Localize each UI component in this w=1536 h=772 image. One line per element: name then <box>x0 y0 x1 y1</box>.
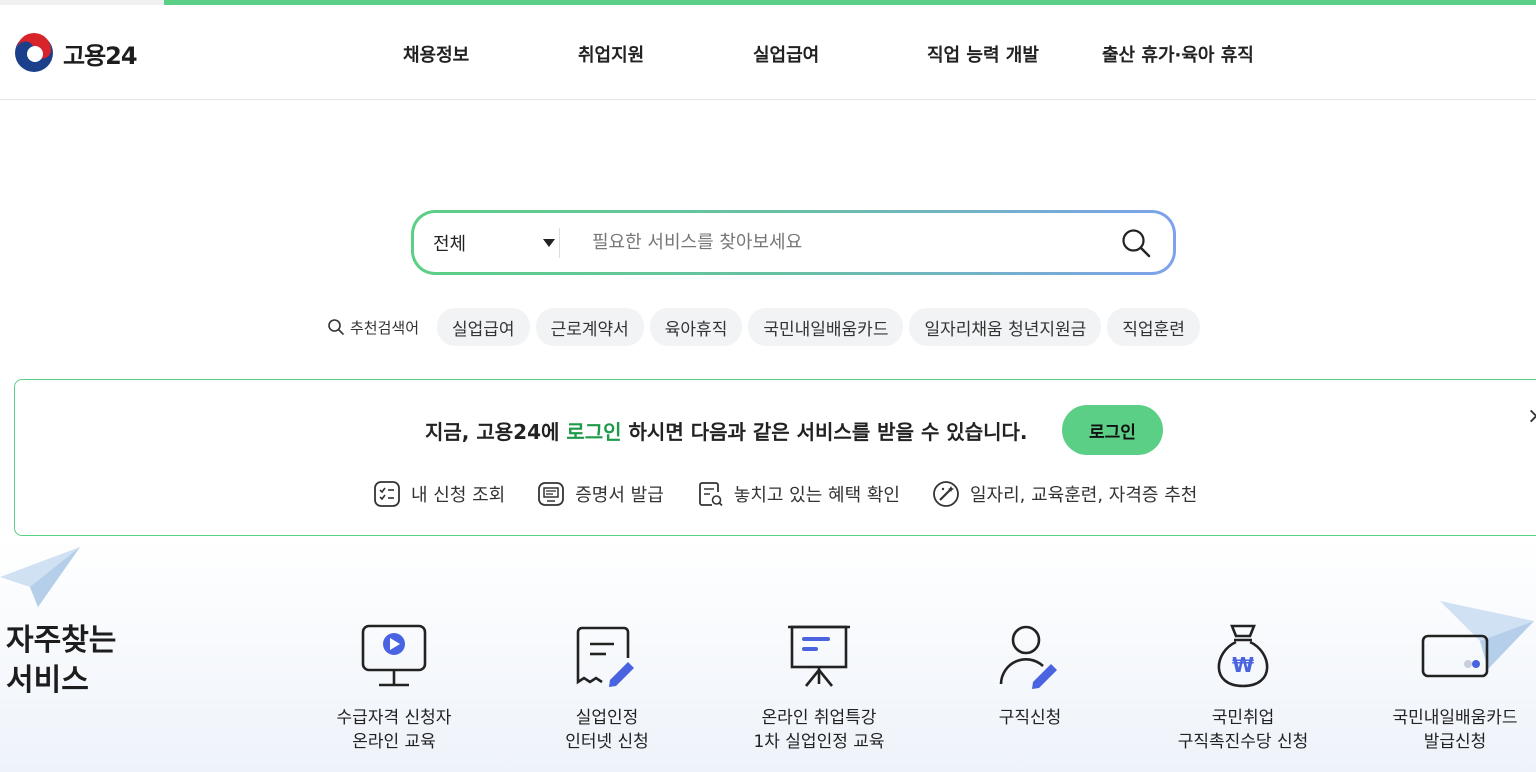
service-learning-card[interactable]: 국민내일배움카드 발급신청 <box>1345 622 1536 754</box>
video-monitor-icon <box>361 624 427 687</box>
frequent-services: 자주찾는 서비스 수급자격 신청자 온라인 교육 실업인정 인터넷 신청 온라인… <box>0 537 1536 772</box>
search-category-select[interactable]: 전체 <box>433 213 555 272</box>
benefit-list: 내 신청 조회 증명서 발급 놓치고 있는 혜택 확인 일자리, 교육훈련, 자… <box>373 480 1197 508</box>
svg-text:₩: ₩ <box>1232 653 1254 677</box>
search-icon[interactable] <box>1120 227 1152 259</box>
search-divider <box>559 228 560 258</box>
benefit-item[interactable]: 내 신청 조회 <box>373 480 505 508</box>
service-line1: 온라인 취업특강 <box>761 708 877 728</box>
login-message-prefix: 지금, 고용24에 <box>425 420 567 444</box>
service-line2: 1차 실업인정 교육 <box>753 732 885 752</box>
nav-item-unemployment-benefit[interactable]: 실업급여 <box>753 41 819 67</box>
person-pen-icon <box>999 625 1057 689</box>
service-line2: 구직촉진수당 신청 <box>1177 732 1309 752</box>
service-job-allowance[interactable]: ₩ 국민취업 구직촉진수당 신청 <box>1133 622 1353 754</box>
service-line1: 구직신청 <box>998 708 1062 728</box>
search-category-value: 전체 <box>433 233 467 255</box>
service-online-education[interactable]: 수급자격 신청자 온라인 교육 <box>284 622 504 754</box>
login-message-highlight: 로그인 <box>566 420 622 444</box>
search-inner: 전체 <box>414 213 1173 272</box>
service-line2: 발급신청 <box>1423 732 1487 752</box>
title-line2: 서비스 <box>6 663 89 698</box>
recommended-keywords: 추천검색어 실업급여 근로계약서 육아휴직 국민내일배움카드 일자리채움 청년지… <box>327 308 1200 346</box>
keyword-chip[interactable]: 일자리채움 청년지원금 <box>909 308 1102 346</box>
paper-plane-icon <box>0 547 80 607</box>
keywords-label-text: 추천검색어 <box>350 318 420 337</box>
magic-wand-icon <box>933 481 959 507</box>
login-message-suffix: 하시면 다음과 같은 서비스를 받을 수 있습니다. <box>621 420 1028 444</box>
keyword-chip[interactable]: 직업훈련 <box>1107 308 1200 346</box>
benefit-label: 내 신청 조회 <box>411 485 506 506</box>
login-message: 지금, 고용24에 로그인 하시면 다음과 같은 서비스를 받을 수 있습니다. <box>425 416 1028 445</box>
logo-text: 고용24 <box>63 41 138 70</box>
nav-item-maternity-leave[interactable]: 출산 휴가·육아 휴직 <box>1102 41 1254 67</box>
service-unemployment-recognition[interactable]: 실업인정 인터넷 신청 <box>497 622 717 754</box>
presentation-board-icon <box>788 625 850 687</box>
service-job-application[interactable]: 구직신청 <box>920 622 1140 730</box>
taegeuk-logo-icon <box>15 33 53 72</box>
service-line2: 온라인 교육 <box>352 732 436 752</box>
benefit-label: 일자리, 교육훈련, 자격증 추천 <box>970 485 1198 506</box>
logo[interactable]: 고용24 <box>14 33 138 73</box>
benefit-label: 증명서 발급 <box>575 485 664 506</box>
service-line1: 수급자격 신청자 <box>336 708 452 728</box>
document-pen-icon <box>576 626 634 687</box>
site-header: 고용24 채용정보 취업지원 실업급여 직업 능력 개발 출산 휴가·육아 휴직 <box>0 5 1536 100</box>
service-online-lecture[interactable]: 온라인 취업특강 1차 실업인정 교육 <box>709 622 929 754</box>
nav-item-employment-support[interactable]: 취업지원 <box>578 41 644 67</box>
frequent-services-title: 자주찾는 서비스 <box>6 621 116 701</box>
nav-item-job-skills[interactable]: 직업 능력 개발 <box>927 41 1039 67</box>
service-line2: 인터넷 신청 <box>565 732 649 752</box>
service-line1: 국민내일배움카드 <box>1392 708 1518 728</box>
benefit-item[interactable]: 일자리, 교육훈련, 자격증 추천 <box>932 480 1197 508</box>
keyword-chip[interactable]: 육아휴직 <box>649 308 743 346</box>
keyword-chip[interactable]: 국민내일배움카드 <box>748 308 904 346</box>
close-icon[interactable]: × <box>1527 404 1536 429</box>
card-icon <box>1421 634 1489 678</box>
title-line1: 자주찾는 <box>6 623 117 658</box>
caret-down-icon <box>543 238 555 247</box>
keyword-chip[interactable]: 실업급여 <box>437 308 530 346</box>
certificate-icon <box>538 482 565 506</box>
nav-item-recruit[interactable]: 채용정보 <box>403 41 469 67</box>
keywords-label: 추천검색어 <box>327 317 419 338</box>
search-input[interactable] <box>592 213 1092 272</box>
login-button[interactable]: 로그인 <box>1062 405 1163 455</box>
service-line1: 국민취업 <box>1211 708 1275 728</box>
benefit-label: 놓치고 있는 혜택 확인 <box>733 485 900 506</box>
document-search-icon <box>698 482 723 507</box>
search-bar: 전체 <box>411 210 1176 275</box>
money-bag-icon: ₩ <box>1217 624 1269 688</box>
login-banner: 지금, 고용24에 로그인 하시면 다음과 같은 서비스를 받을 수 있습니다.… <box>14 379 1536 536</box>
search-small-icon <box>328 319 344 335</box>
keyword-chip[interactable]: 근로계약서 <box>535 308 644 346</box>
service-line1: 실업인정 <box>575 708 639 728</box>
benefit-item[interactable]: 놓치고 있는 혜택 확인 <box>696 480 900 508</box>
checklist-icon <box>374 481 400 507</box>
benefit-item[interactable]: 증명서 발급 <box>537 480 664 508</box>
